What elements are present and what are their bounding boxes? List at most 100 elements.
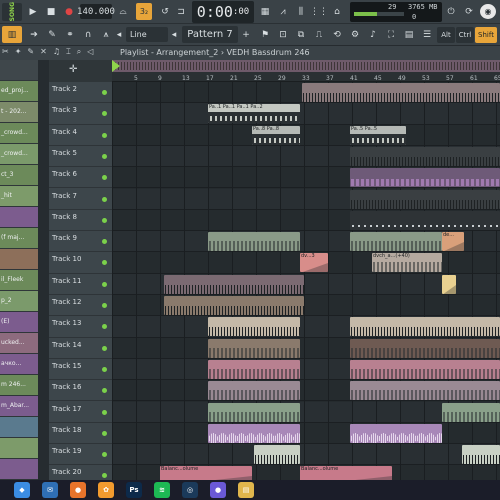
delete-icon[interactable]: ✕ bbox=[40, 47, 47, 59]
tool-c-icon[interactable]: ⧉ bbox=[294, 27, 308, 42]
browser-item[interactable]: m 246... bbox=[0, 375, 38, 395]
browser-item[interactable] bbox=[0, 459, 38, 479]
track-lane[interactable] bbox=[112, 125, 500, 146]
pattern-clip[interactable] bbox=[442, 274, 456, 294]
track-mute-dot[interactable] bbox=[102, 132, 107, 138]
track-mute-dot[interactable] bbox=[102, 196, 107, 202]
track-header[interactable]: Track 17 bbox=[49, 402, 112, 423]
pattern-clip[interactable] bbox=[164, 274, 304, 294]
track-mute-dot[interactable] bbox=[102, 90, 107, 95]
pencil-icon[interactable]: ✎ bbox=[46, 27, 58, 42]
paint-icon[interactable]: ✎ bbox=[27, 47, 34, 59]
track-header[interactable]: Track 16 bbox=[49, 380, 112, 402]
track-mute-dot[interactable] bbox=[102, 153, 107, 159]
pattern-clip[interactable] bbox=[350, 232, 442, 252]
pattern-clip[interactable]: de... bbox=[442, 232, 464, 252]
track-mute-dot[interactable] bbox=[102, 388, 107, 394]
shift-key[interactable]: Shift bbox=[475, 27, 497, 43]
track-mute-dot[interactable] bbox=[102, 239, 107, 245]
snap-cross-icon[interactable]: ✛ bbox=[69, 64, 77, 75]
track-header[interactable]: Track 12 bbox=[49, 295, 112, 317]
track-header[interactable]: Track 9 bbox=[49, 231, 112, 253]
browser-icon[interactable]: ⌂ bbox=[330, 3, 344, 20]
scroll-gutter[interactable] bbox=[38, 60, 49, 480]
track-mute-dot[interactable] bbox=[102, 324, 107, 330]
track-header[interactable]: Track 11 bbox=[49, 274, 112, 295]
fl-studio-icon[interactable]: ✿ bbox=[98, 482, 114, 498]
pattern-arrow-icon[interactable]: ◂ bbox=[168, 27, 180, 42]
track-mute-dot[interactable] bbox=[102, 345, 107, 351]
pattern-clip[interactable] bbox=[350, 338, 500, 358]
zoom-icon[interactable]: ⌕ bbox=[77, 47, 81, 59]
pattern-clip[interactable]: Balanc...olume bbox=[300, 466, 392, 480]
view-icon[interactable]: ▦ bbox=[258, 3, 272, 20]
alt-key[interactable]: Alt bbox=[437, 27, 455, 43]
pattern-clip[interactable] bbox=[350, 359, 500, 379]
track-lane[interactable] bbox=[112, 444, 500, 466]
browser-item[interactable]: _crowd... bbox=[0, 144, 38, 164]
pattern-clip[interactable] bbox=[442, 402, 500, 422]
track-header[interactable]: Track 5 bbox=[49, 146, 112, 168]
pattern-clip[interactable]: dvch_a...(+40) bbox=[372, 253, 442, 273]
pattern-clip[interactable]: Pa..1 Pa..1 Pa..1 Pa..2 bbox=[208, 104, 300, 124]
track-header[interactable]: Track 8 bbox=[49, 210, 112, 232]
track-header[interactable]: Track 18 bbox=[49, 423, 112, 445]
add-pattern-icon[interactable]: + bbox=[240, 27, 252, 42]
pattern-clip[interactable] bbox=[208, 232, 300, 252]
selection-icon[interactable]: ✦ bbox=[15, 47, 22, 59]
track-mute-dot[interactable] bbox=[102, 111, 107, 117]
track-header[interactable]: Track 19 bbox=[49, 444, 112, 466]
pattern-clip[interactable] bbox=[350, 210, 500, 230]
pattern-clip[interactable] bbox=[302, 83, 500, 102]
steam-icon[interactable]: ◎ bbox=[182, 482, 198, 498]
snap-select[interactable]: Line bbox=[126, 27, 168, 42]
mixer-icon[interactable]: ⫼ bbox=[294, 3, 308, 20]
track-mute-dot[interactable] bbox=[102, 452, 107, 458]
arrow-right-icon[interactable]: ➔ bbox=[28, 27, 40, 42]
pattern-clip[interactable] bbox=[350, 381, 500, 401]
tool-i-icon[interactable]: ☰ bbox=[420, 27, 434, 42]
tool-d-icon[interactable]: ⎍ bbox=[312, 27, 326, 42]
browser-item[interactable]: (E) bbox=[0, 312, 38, 332]
record-icon[interactable]: ● bbox=[62, 4, 76, 19]
pattern-select[interactable]: Pattern 7 bbox=[182, 26, 238, 43]
tool-b-icon[interactable]: ⊡ bbox=[276, 27, 290, 42]
speaker-icon[interactable]: ◁ bbox=[87, 47, 93, 59]
channel-rack-icon[interactable]: ⋮⋮ bbox=[310, 3, 328, 20]
pattern-clip[interactable]: Pa..5 Pa..5 bbox=[350, 125, 406, 145]
ps-icon[interactable]: Ps bbox=[126, 482, 142, 498]
pattern-clip[interactable]: Balanc...olume bbox=[160, 466, 252, 480]
pattern-clip[interactable] bbox=[350, 168, 500, 188]
pattern-clip[interactable]: Pa..8 Pa..8 bbox=[252, 125, 300, 145]
track-header[interactable]: Track 7 bbox=[49, 189, 112, 210]
snap-arrow-icon[interactable]: ◂ bbox=[114, 27, 124, 42]
loop-record-icon[interactable]: ↺ bbox=[158, 4, 172, 19]
menu-icon[interactable]: ▥ bbox=[2, 26, 22, 43]
pattern-clip[interactable] bbox=[208, 423, 300, 443]
track-header[interactable]: Track 14 bbox=[49, 338, 112, 359]
pattern-clip[interactable] bbox=[350, 189, 500, 209]
browser-item[interactable]: m_Abar... bbox=[0, 396, 38, 416]
track-header[interactable]: Track 13 bbox=[49, 316, 112, 338]
track-mute-dot[interactable] bbox=[102, 303, 107, 308]
countdown-icon[interactable]: 3₂ bbox=[136, 3, 152, 20]
mail-icon[interactable]: ✉ bbox=[42, 482, 58, 498]
pattern-clip[interactable] bbox=[350, 146, 500, 166]
track-mute-dot[interactable] bbox=[102, 430, 107, 436]
track-mute-dot[interactable] bbox=[102, 473, 107, 479]
pattern-clip[interactable] bbox=[208, 338, 300, 358]
timeline-ruler[interactable]: 5 9 13 17 21 25 29 33 37 41 45 49 53 57 61 65 bbox=[112, 60, 500, 82]
stop-icon[interactable]: ■ bbox=[44, 4, 58, 19]
track-mute-dot[interactable] bbox=[102, 260, 107, 266]
browser-item[interactable]: ct_3 bbox=[0, 165, 38, 185]
app-icon[interactable]: ● bbox=[210, 482, 226, 498]
plugin-icon[interactable]: ⚙ bbox=[348, 27, 362, 42]
browser-item[interactable]: _hit bbox=[0, 186, 38, 206]
track-header[interactable]: Track 2 bbox=[49, 82, 112, 104]
track-mute-dot[interactable] bbox=[102, 409, 107, 415]
browser-item[interactable]: ucked... bbox=[0, 333, 38, 353]
link-icon[interactable]: ⚭ bbox=[64, 27, 76, 42]
firefox-icon[interactable]: ● bbox=[70, 482, 86, 498]
windows-icon[interactable]: ◆ bbox=[14, 482, 30, 498]
track-header[interactable]: Track 6 bbox=[49, 167, 112, 189]
